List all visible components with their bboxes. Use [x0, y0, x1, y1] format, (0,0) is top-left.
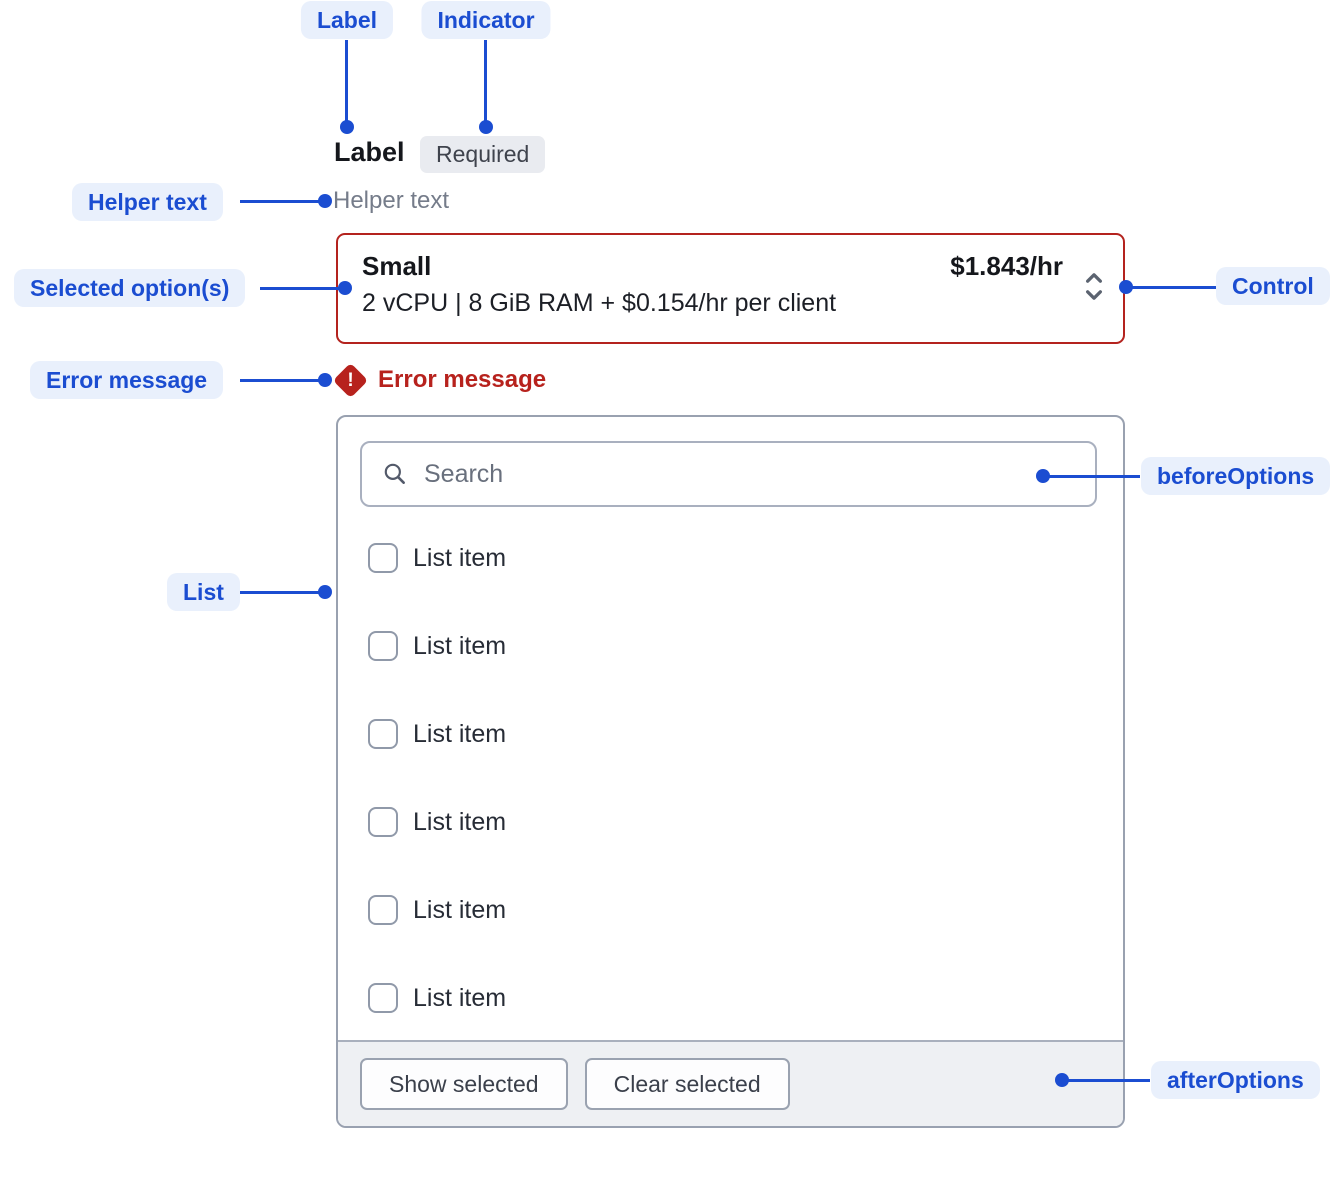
checkbox[interactable]: [368, 719, 398, 749]
list-item-label: List item: [413, 895, 506, 926]
connector-line-helper: [240, 200, 325, 203]
connector-line-indicator: [484, 40, 487, 123]
list-item-row[interactable]: List item: [368, 542, 506, 574]
connector-dot-control: [1119, 280, 1133, 294]
list-item-row[interactable]: List item: [368, 894, 506, 926]
connector-line-before-options: [1043, 475, 1140, 478]
annotation-label: Label: [301, 1, 393, 39]
connector-dot-error: [318, 373, 332, 387]
list-item-row[interactable]: List item: [368, 630, 506, 662]
list-item-row[interactable]: List item: [368, 718, 506, 750]
error-exclamation: !: [338, 368, 363, 393]
selected-option-title: Small: [362, 250, 431, 282]
footer-buttons: Show selected Clear selected: [360, 1058, 790, 1110]
options-footer: Show selected Clear selected: [338, 1040, 1123, 1126]
checkbox[interactable]: [368, 807, 398, 837]
list-item-label: List item: [413, 543, 506, 574]
show-selected-button[interactable]: Show selected: [360, 1058, 568, 1110]
annotation-error-message: Error message: [30, 361, 223, 399]
selected-option-details: 2 vCPU | 8 GiB RAM + $0.154/hr per clien…: [362, 288, 1099, 319]
connector-line-label: [345, 40, 348, 123]
up-down-chevron-icon: [1081, 269, 1107, 308]
error-message-text: Error message: [378, 366, 546, 394]
list-item-label: List item: [413, 983, 506, 1014]
connector-dot-helper: [318, 194, 332, 208]
search-input[interactable]: [424, 460, 1075, 489]
checkbox[interactable]: [368, 983, 398, 1013]
helper-text: Helper text: [333, 187, 449, 215]
annotation-after-options: afterOptions: [1151, 1061, 1320, 1099]
connector-line-after-options: [1062, 1079, 1150, 1082]
annotation-before-options: beforeOptions: [1141, 457, 1330, 495]
search-icon: [382, 461, 408, 487]
selected-option-price: $1.843/hr: [950, 250, 1063, 282]
field-label: Label: [334, 137, 405, 168]
checkbox[interactable]: [368, 543, 398, 573]
checkbox[interactable]: [368, 631, 398, 661]
list-item-row[interactable]: List item: [368, 982, 506, 1014]
annotation-helper-text: Helper text: [72, 183, 223, 221]
connector-line-error: [240, 379, 325, 382]
connector-line-list: [240, 591, 325, 594]
list-item-row[interactable]: List item: [368, 806, 506, 838]
connector-dot-selected-options: [338, 281, 352, 295]
connector-dot-label: [340, 120, 354, 134]
required-badge: Required: [420, 136, 545, 173]
list-item-label: List item: [413, 807, 506, 838]
list-item-label: List item: [413, 631, 506, 662]
connector-dot-indicator: [479, 120, 493, 134]
annotation-control: Control: [1216, 267, 1330, 305]
annotation-list: List: [167, 573, 240, 611]
checkbox[interactable]: [368, 895, 398, 925]
connector-dot-before-options: [1036, 469, 1050, 483]
connector-dot-list: [318, 585, 332, 599]
component-anatomy-figure: Label Indicator Label Required Helper te…: [0, 0, 1334, 1196]
connector-line-selected-options: [260, 287, 345, 290]
error-alert-icon: !: [333, 363, 368, 398]
select-control[interactable]: Small $1.843/hr 2 vCPU | 8 GiB RAM + $0.…: [336, 233, 1125, 344]
annotation-indicator: Indicator: [421, 1, 550, 39]
list-item-label: List item: [413, 719, 506, 750]
control-content: Small $1.843/hr 2 vCPU | 8 GiB RAM + $0.…: [338, 235, 1123, 319]
clear-selected-button[interactable]: Clear selected: [585, 1058, 790, 1110]
control-title-row: Small $1.843/hr: [362, 250, 1099, 282]
search-box[interactable]: [360, 441, 1097, 507]
options-popover-panel: List item List item List item List item …: [336, 415, 1125, 1128]
connector-line-control: [1126, 286, 1216, 289]
annotation-selected-options: Selected option(s): [14, 269, 245, 307]
connector-dot-after-options: [1055, 1073, 1069, 1087]
